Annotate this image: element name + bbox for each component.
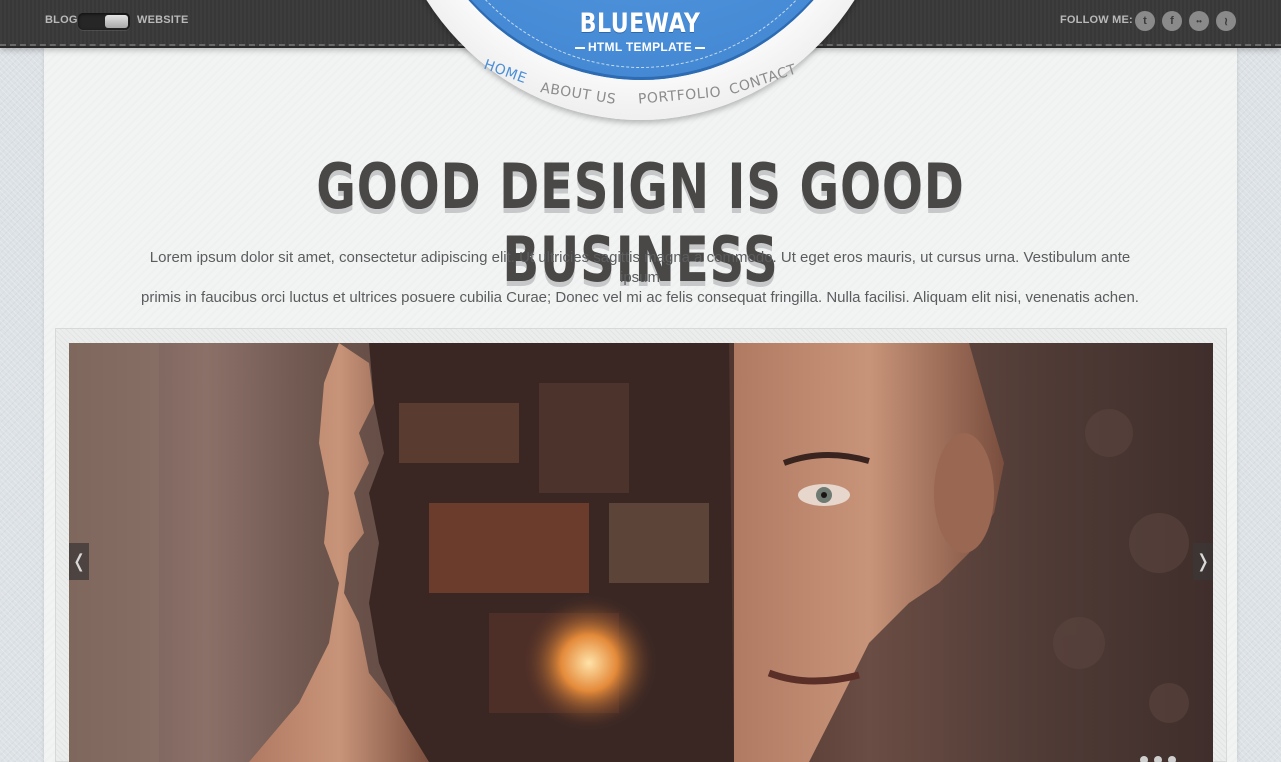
interior-room-3 [429,503,589,593]
explosion-glow [519,593,659,733]
slider-dot[interactable] [1154,756,1162,762]
site-logo-subtitle: HTML TEMPLATE [540,40,740,54]
toggle-knob[interactable] [105,15,128,28]
intro-line-1: Lorem ipsum dolor sit amet, consectetur … [149,249,1131,286]
slide-image [69,343,1213,762]
dash-left [574,46,585,49]
intro-line-2: primis in faucibus orci luctus et ultric… [141,289,1139,306]
interior-room-1 [399,403,519,463]
rss-icon[interactable]: ≀ [1216,11,1236,31]
interior-room-2 [539,383,629,493]
slider-dot[interactable] [1140,756,1148,762]
logo-subtitle-text: HTML TEMPLATE [587,40,693,54]
flickr-icon[interactable]: •• [1189,11,1209,31]
ear [934,433,994,553]
site-logo-title[interactable]: BLUEWAY [558,8,722,39]
dash-right [695,46,706,49]
blog-website-toggle[interactable] [78,13,130,30]
slide-artwork [69,343,1189,762]
website-label[interactable]: WEBSITE [137,14,189,26]
slider-next-button[interactable]: ❭ [1193,543,1213,580]
slider-dot[interactable] [1168,756,1176,762]
blog-label[interactable]: BLOG [45,14,78,26]
slider-pagination [1140,756,1176,762]
slider-prev-button[interactable]: ❬ [69,543,89,580]
wallpaper-pattern [1053,409,1189,723]
intro-paragraph: Lorem ipsum dolor sit amet, consectetur … [140,248,1140,308]
pupil [821,492,827,498]
interior-room-4 [609,503,709,583]
twitter-icon[interactable]: t [1135,11,1155,31]
follow-me-label: FOLLOW ME: [1060,14,1133,26]
facebook-icon[interactable]: f [1162,11,1182,31]
